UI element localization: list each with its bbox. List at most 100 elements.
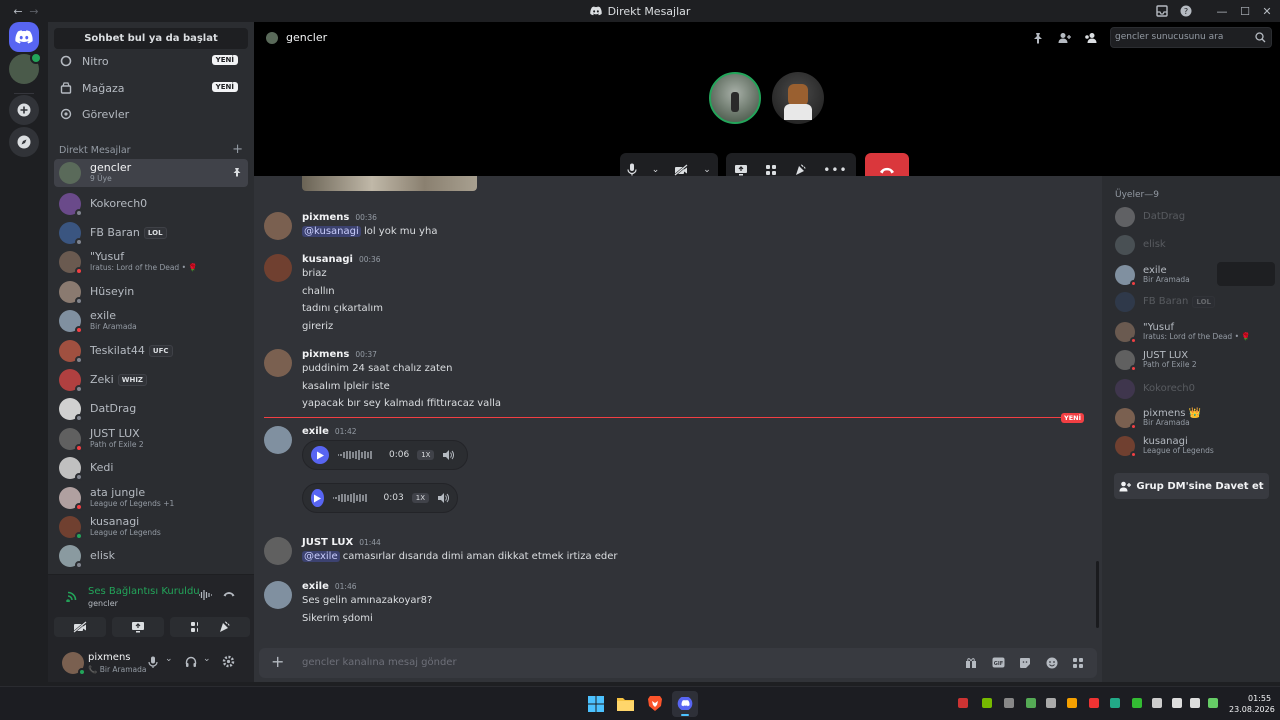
member-list-icon[interactable] bbox=[1084, 32, 1098, 44]
voice-channel-name[interactable]: gencler bbox=[88, 599, 118, 608]
soundboard-icon[interactable] bbox=[794, 164, 806, 176]
pin-icon[interactable] bbox=[1032, 32, 1044, 44]
volume-icon[interactable] bbox=[442, 449, 455, 461]
user-avatar[interactable] bbox=[62, 652, 86, 676]
microphone-icon[interactable] bbox=[627, 163, 637, 176]
dm-item[interactable]: Kedi bbox=[54, 454, 248, 482]
call-participant-avatar[interactable] bbox=[709, 72, 761, 124]
chat-scrollbar[interactable] bbox=[1096, 561, 1099, 628]
microphone-tray-icon[interactable] bbox=[1152, 698, 1162, 708]
dm-item[interactable]: exile Bir Aramada bbox=[54, 307, 248, 335]
message-avatar[interactable] bbox=[264, 581, 292, 609]
dm-item[interactable]: JUST LUX Path of Exile 2 bbox=[54, 425, 248, 453]
gif-icon[interactable]: GIF bbox=[992, 657, 1005, 668]
dm-item[interactable]: FB Baran LOL bbox=[54, 219, 248, 247]
minimize-icon[interactable]: — bbox=[1214, 3, 1230, 19]
dm-item[interactable]: ata jungle League of Legends +1 bbox=[54, 484, 248, 512]
message-avatar[interactable] bbox=[264, 212, 292, 240]
message-input[interactable]: gencler kanalına mesaj gönder bbox=[302, 657, 457, 668]
server-gencler-icon[interactable] bbox=[9, 52, 42, 84]
tray-app-icon[interactable] bbox=[1046, 698, 1056, 708]
message-avatar[interactable] bbox=[264, 349, 292, 377]
dm-item[interactable]: DatDrag bbox=[54, 395, 248, 423]
discord-home-button[interactable] bbox=[9, 22, 39, 52]
add-friends-icon[interactable] bbox=[1058, 32, 1072, 44]
headphones-icon[interactable] bbox=[185, 656, 197, 668]
dm-item[interactable]: Kokorech0 bbox=[54, 190, 248, 218]
tray-app-icon[interactable] bbox=[1089, 698, 1099, 708]
find-conversation-button[interactable]: Sohbet bul ya da başlat bbox=[54, 28, 248, 49]
playback-speed-button[interactable]: 1X bbox=[417, 450, 435, 460]
apps-icon[interactable] bbox=[1072, 657, 1084, 669]
help-icon[interactable]: ? bbox=[1178, 3, 1194, 19]
message-author[interactable]: exile bbox=[302, 581, 329, 592]
tray-app-icon[interactable] bbox=[1110, 698, 1120, 708]
call-participant-avatar[interactable] bbox=[772, 72, 824, 124]
playback-speed-button[interactable]: 1X bbox=[411, 493, 429, 503]
pin-icon[interactable] bbox=[232, 167, 242, 177]
sticker-icon[interactable] bbox=[1019, 657, 1031, 669]
message-avatar[interactable] bbox=[264, 426, 292, 454]
play-button[interactable] bbox=[311, 446, 329, 464]
invite-to-group-button[interactable]: Grup DM'sine Davet et bbox=[1114, 473, 1269, 499]
more-options-icon[interactable]: ••• bbox=[823, 163, 847, 177]
settings-gear-icon[interactable] bbox=[222, 655, 235, 668]
file-explorer-icon[interactable] bbox=[617, 696, 634, 711]
volume-icon[interactable] bbox=[437, 492, 449, 504]
mic-chevron-icon[interactable]: ⌄ bbox=[165, 654, 173, 664]
server-search-input[interactable]: gencler sunucusunu ara bbox=[1110, 27, 1272, 48]
screen-share-icon[interactable] bbox=[734, 164, 748, 176]
close-window-icon[interactable]: ✕ bbox=[1259, 3, 1275, 19]
dm-item[interactable]: "Yusuf Iratus: Lord of the Dead • 🌹 bbox=[54, 248, 248, 276]
message-author[interactable]: pixmens bbox=[302, 212, 349, 223]
tray-app-icon[interactable] bbox=[958, 698, 968, 708]
camera-off-button[interactable] bbox=[54, 617, 106, 637]
member-item[interactable]: kusanagi League of Legends bbox=[1112, 432, 1276, 460]
microphone-icon[interactable] bbox=[148, 656, 158, 668]
nav-quests[interactable]: Görevler bbox=[54, 102, 248, 126]
image-attachment[interactable] bbox=[302, 176, 477, 191]
message-avatar[interactable] bbox=[264, 537, 292, 565]
clock-time[interactable]: 01:55 bbox=[1248, 694, 1271, 703]
user-mention[interactable]: @exile bbox=[302, 551, 340, 562]
member-item[interactable]: JUST LUX Path of Exile 2 bbox=[1112, 346, 1276, 374]
waveform[interactable] bbox=[337, 449, 381, 461]
dm-item[interactable]: elisk bbox=[54, 542, 248, 570]
waveform[interactable] bbox=[332, 492, 376, 504]
inbox-icon[interactable] bbox=[1154, 3, 1170, 19]
attach-plus-icon[interactable]: + bbox=[271, 653, 284, 671]
dm-item[interactable]: Teskilat44 UFC bbox=[54, 337, 248, 365]
add-server-button[interactable] bbox=[9, 95, 39, 125]
activities-icon[interactable] bbox=[765, 164, 777, 176]
disconnect-icon[interactable] bbox=[222, 588, 236, 600]
dm-item[interactable]: Zeki WHIZ bbox=[54, 366, 248, 394]
taskbar-discord-active[interactable] bbox=[672, 691, 698, 717]
message-author[interactable]: JUST LUX bbox=[302, 537, 353, 548]
play-button[interactable] bbox=[311, 489, 324, 507]
explore-button[interactable] bbox=[9, 127, 39, 157]
member-item[interactable]: "Yusuf Iratus: Lord of the Dead • 🌹 bbox=[1112, 318, 1276, 346]
screen-share-button[interactable] bbox=[112, 617, 164, 637]
camera-off-icon[interactable] bbox=[673, 163, 689, 176]
tray-app-icon[interactable] bbox=[1026, 698, 1036, 708]
nvidia-icon[interactable] bbox=[982, 698, 992, 708]
emoji-icon[interactable] bbox=[1046, 657, 1058, 669]
camera-chevron-icon[interactable]: ⌄ bbox=[703, 165, 711, 175]
dm-item[interactable]: gencler 9 Üye bbox=[54, 159, 248, 187]
noise-suppression-icon[interactable] bbox=[198, 589, 212, 601]
maximize-icon[interactable]: ☐ bbox=[1237, 3, 1253, 19]
headphones-chevron-icon[interactable]: ⌄ bbox=[203, 654, 211, 664]
member-item[interactable]: FB Baran LOL bbox=[1112, 288, 1276, 316]
message-avatar[interactable] bbox=[264, 254, 292, 282]
member-item[interactable]: DatDrag bbox=[1112, 203, 1276, 231]
message-author[interactable]: kusanagi bbox=[302, 254, 353, 265]
dm-item[interactable]: Hüseyin bbox=[54, 278, 248, 306]
dm-item[interactable]: kusanagi League of Legends bbox=[54, 513, 248, 541]
mic-chevron-icon[interactable]: ⌄ bbox=[652, 165, 660, 175]
soundboard-button[interactable] bbox=[198, 617, 250, 637]
wifi-icon[interactable] bbox=[1172, 698, 1182, 708]
gift-icon[interactable] bbox=[965, 657, 977, 669]
create-dm-plus-icon[interactable]: + bbox=[232, 143, 243, 156]
user-mention[interactable]: @kusanagi bbox=[302, 226, 361, 237]
message-author[interactable]: exile bbox=[302, 426, 329, 437]
